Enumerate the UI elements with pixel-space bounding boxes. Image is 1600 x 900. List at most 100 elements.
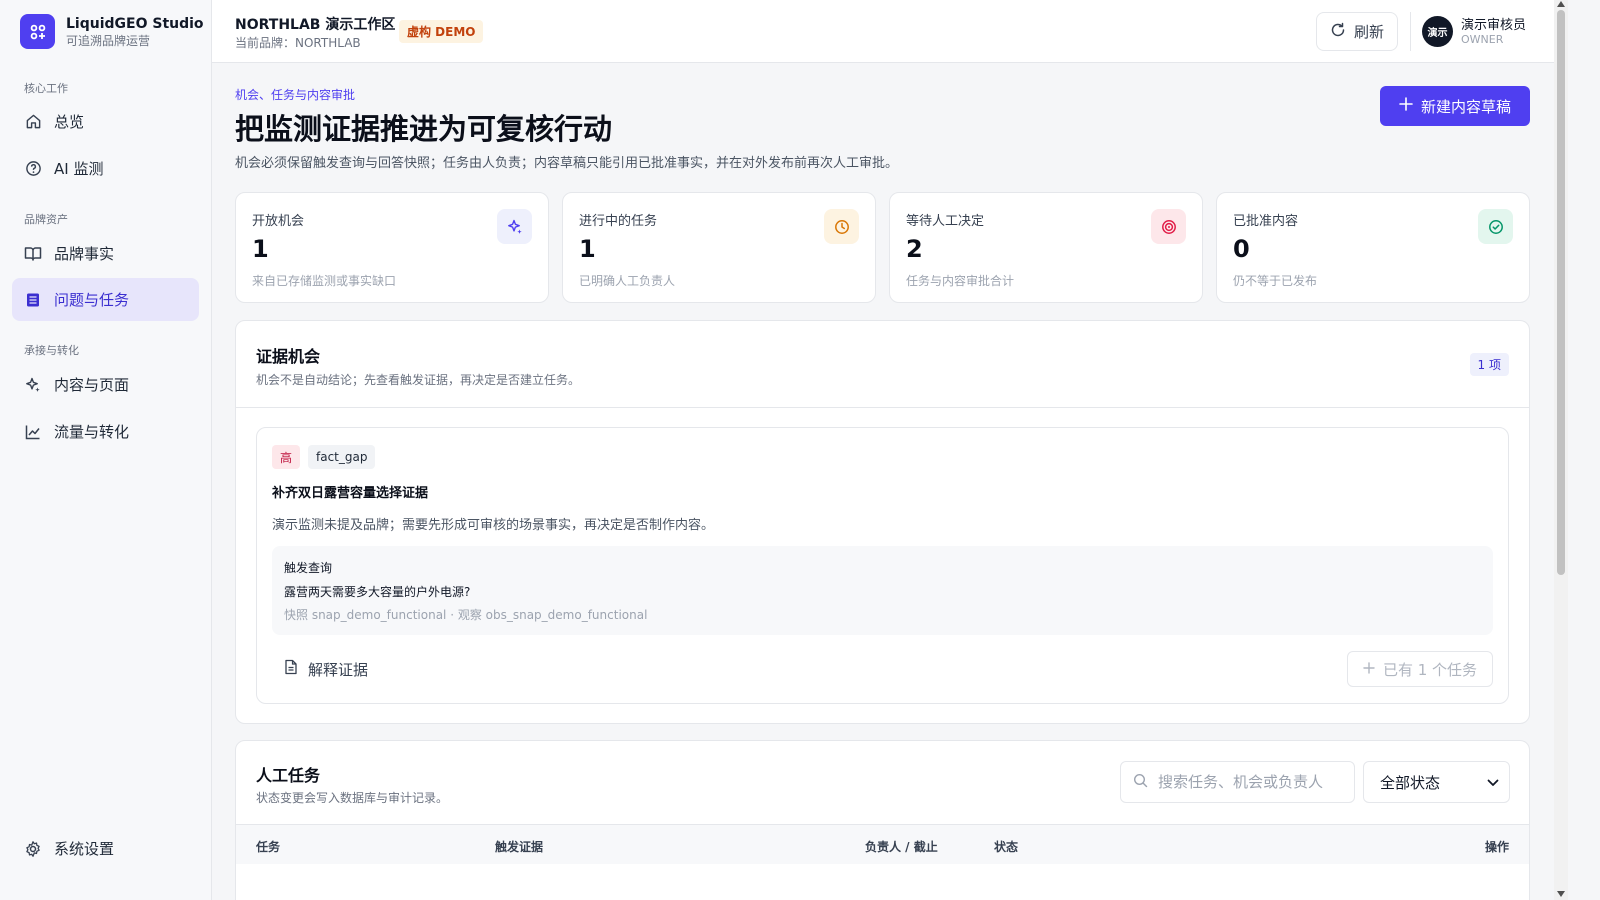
search-input[interactable] — [1158, 773, 1343, 791]
refresh-button[interactable]: 刷新 — [1316, 12, 1398, 51]
sidebar-item-label: 总览 — [54, 113, 85, 131]
explain-evidence-label: 解释证据 — [308, 660, 369, 679]
gear-icon — [24, 840, 42, 858]
stat-hint: 来自已存储监测或事实缺口 — [252, 274, 397, 288]
stat-value: 1 — [252, 235, 269, 263]
snapshot-reference: 快照 snap_demo_functional · 观察 obs_snap_de… — [284, 608, 648, 622]
plus-icon — [1363, 660, 1375, 678]
stat-hint: 已明确人工负责人 — [579, 274, 676, 288]
stat-card-approved-content: 已批准内容 0 仍不等于已发布 — [1216, 192, 1530, 303]
document-icon — [284, 659, 298, 679]
opportunity-description: 演示监测未提及品牌；需要先形成可审核的场景事实，再决定是否制作内容。 — [272, 518, 715, 533]
avatar[interactable]: 演示 — [1422, 16, 1453, 47]
panel-divider — [236, 407, 1529, 408]
panel-title: 人工任务 — [256, 766, 321, 785]
table-header: 任务 触发证据 负责人 / 截止 状态 操作 — [236, 824, 1529, 864]
brand[interactable]: LiquidGEO Studio 可追溯品牌运营 — [0, 0, 211, 63]
user-role: OWNER — [1461, 33, 1504, 46]
tasks-panel: 人工任务 状态变更会写入数据库与审计记录。 全部状态 任务 触发证据 负责人 /… — [235, 740, 1530, 900]
app-logo-icon — [20, 14, 55, 49]
nav-group-conversion: 承接与转化 — [24, 344, 79, 357]
sidebar-item-label: AI 监测 — [54, 160, 104, 178]
sidebar-item-issues-tasks[interactable]: 问题与任务 — [12, 278, 199, 321]
sparkle-icon — [497, 209, 532, 244]
page-description: 机会必须保留触发查询与回答快照；任务由人负责；内容草稿只能引用已批准事实，并在对… — [235, 156, 899, 171]
search-icon — [1133, 773, 1148, 792]
workspace-title[interactable]: NORTHLAB 演示工作区 — [235, 14, 395, 34]
trigger-label: 触发查询 — [284, 561, 333, 575]
opportunities-panel: 证据机会 机会不是自动结论；先查看触发证据，再决定是否建立任务。 1 项 高 f… — [235, 320, 1530, 724]
current-brand: 当前品牌：NORTHLAB — [235, 36, 361, 50]
stat-card-active-tasks: 进行中的任务 1 已明确人工负责人 — [562, 192, 876, 303]
existing-task-label: 已有 1 个任务 — [1382, 660, 1478, 679]
stat-label: 开放机会 — [252, 214, 305, 229]
explain-evidence-button[interactable]: 解释证据 — [284, 654, 368, 684]
sidebar-item-label: 系统设置 — [54, 840, 115, 858]
sidebar-item-label: 流量与转化 — [54, 423, 130, 441]
demo-badge: 虚构 DEMO — [399, 20, 484, 43]
user-name[interactable]: 演示审核员 — [1461, 14, 1526, 33]
stat-value: 1 — [579, 235, 596, 263]
panel-title: 证据机会 — [256, 347, 321, 366]
list-icon — [24, 291, 42, 309]
sidebar-item-ai-monitor[interactable]: AI 监测 — [12, 147, 199, 190]
home-icon — [24, 113, 42, 131]
task-search[interactable] — [1120, 761, 1355, 803]
status-filter-value: 全部状态 — [1380, 773, 1441, 792]
sidebar-item-overview[interactable]: 总览 — [12, 100, 199, 143]
panel-subtitle: 机会不是自动结论；先查看触发证据，再决定是否建立任务。 — [256, 373, 581, 387]
topbar: NORTHLAB 演示工作区 当前品牌：NORTHLAB 虚构 DEMO 刷新 … — [212, 0, 1554, 63]
page-title: 把监测证据推进为可复核行动 — [235, 112, 613, 146]
plus-icon — [1399, 97, 1413, 115]
scroll-down-arrow-icon[interactable] — [1557, 891, 1565, 897]
sidebar-item-label: 品牌事实 — [54, 245, 115, 263]
priority-tag: 高 — [272, 445, 301, 469]
column-header-evidence: 触发证据 — [495, 840, 544, 854]
stat-label: 已批准内容 — [1233, 214, 1299, 229]
page-scrollbar[interactable] — [1554, 0, 1568, 900]
stat-value: 2 — [906, 235, 923, 263]
sidebar-item-label: 内容与页面 — [54, 376, 130, 394]
stat-card-pending-decisions: 等待人工决定 2 任务与内容审批合计 — [889, 192, 1203, 303]
new-draft-label: 新建内容草稿 — [1420, 97, 1511, 116]
column-header-status: 状态 — [994, 840, 1019, 854]
column-header-owner-due: 负责人 / 截止 — [865, 840, 938, 854]
column-header-actions: 操作 — [1484, 840, 1509, 854]
sidebar: LiquidGEO Studio 可追溯品牌运营 核心工作 总览 AI 监测 品… — [0, 0, 212, 900]
refresh-icon — [1330, 22, 1346, 42]
app-subtitle: 可追溯品牌运营 — [66, 33, 151, 48]
refresh-label: 刷新 — [1353, 23, 1384, 41]
stat-value: 0 — [1233, 235, 1250, 263]
scroll-up-arrow-icon[interactable] — [1557, 1, 1565, 7]
stat-card-open-opportunities: 开放机会 1 来自已存储监测或事实缺口 — [235, 192, 549, 303]
sparkle-icon — [24, 376, 42, 394]
sidebar-item-settings[interactable]: 系统设置 — [12, 827, 199, 870]
existing-task-button[interactable]: 已有 1 个任务 — [1347, 651, 1493, 687]
scrollbar-thumb[interactable] — [1557, 10, 1565, 575]
breadcrumb: 机会、任务与内容审批 — [235, 88, 356, 102]
check-circle-icon — [1478, 209, 1513, 244]
book-open-icon — [24, 245, 42, 263]
sidebar-item-traffic-conversion[interactable]: 流量与转化 — [12, 410, 199, 453]
target-icon — [1151, 209, 1186, 244]
panel-subtitle: 状态变更会写入数据库与审计记录。 — [256, 791, 449, 805]
stat-label: 等待人工决定 — [906, 214, 985, 229]
column-header-task: 任务 — [256, 840, 281, 854]
opportunity-title: 补齐双日露营容量选择证据 — [272, 486, 429, 501]
nav-group-brand-assets: 品牌资产 — [24, 213, 68, 226]
sidebar-item-brand-facts[interactable]: 品牌事实 — [12, 232, 199, 275]
help-circle-icon — [24, 160, 42, 178]
new-draft-button[interactable]: 新建内容草稿 — [1380, 86, 1530, 126]
stat-hint: 任务与内容审批合计 — [906, 274, 1015, 288]
opportunity-card: 高 fact_gap 补齐双日露营容量选择证据 演示监测未提及品牌；需要先形成可… — [256, 427, 1509, 704]
clock-icon — [824, 209, 859, 244]
trend-chart-icon — [24, 423, 42, 441]
topbar-divider — [1410, 12, 1411, 51]
trigger-evidence: 触发查询 露营两天需要多大容量的户外电源? 快照 snap_demo_funct… — [272, 546, 1493, 635]
status-filter-select[interactable]: 全部状态 — [1363, 761, 1510, 803]
trigger-query: 露营两天需要多大容量的户外电源? — [284, 585, 471, 599]
count-badge: 1 项 — [1469, 353, 1509, 376]
sidebar-item-label: 问题与任务 — [54, 291, 130, 309]
stat-hint: 仍不等于已发布 — [1233, 274, 1318, 288]
sidebar-item-content-pages[interactable]: 内容与页面 — [12, 363, 199, 406]
